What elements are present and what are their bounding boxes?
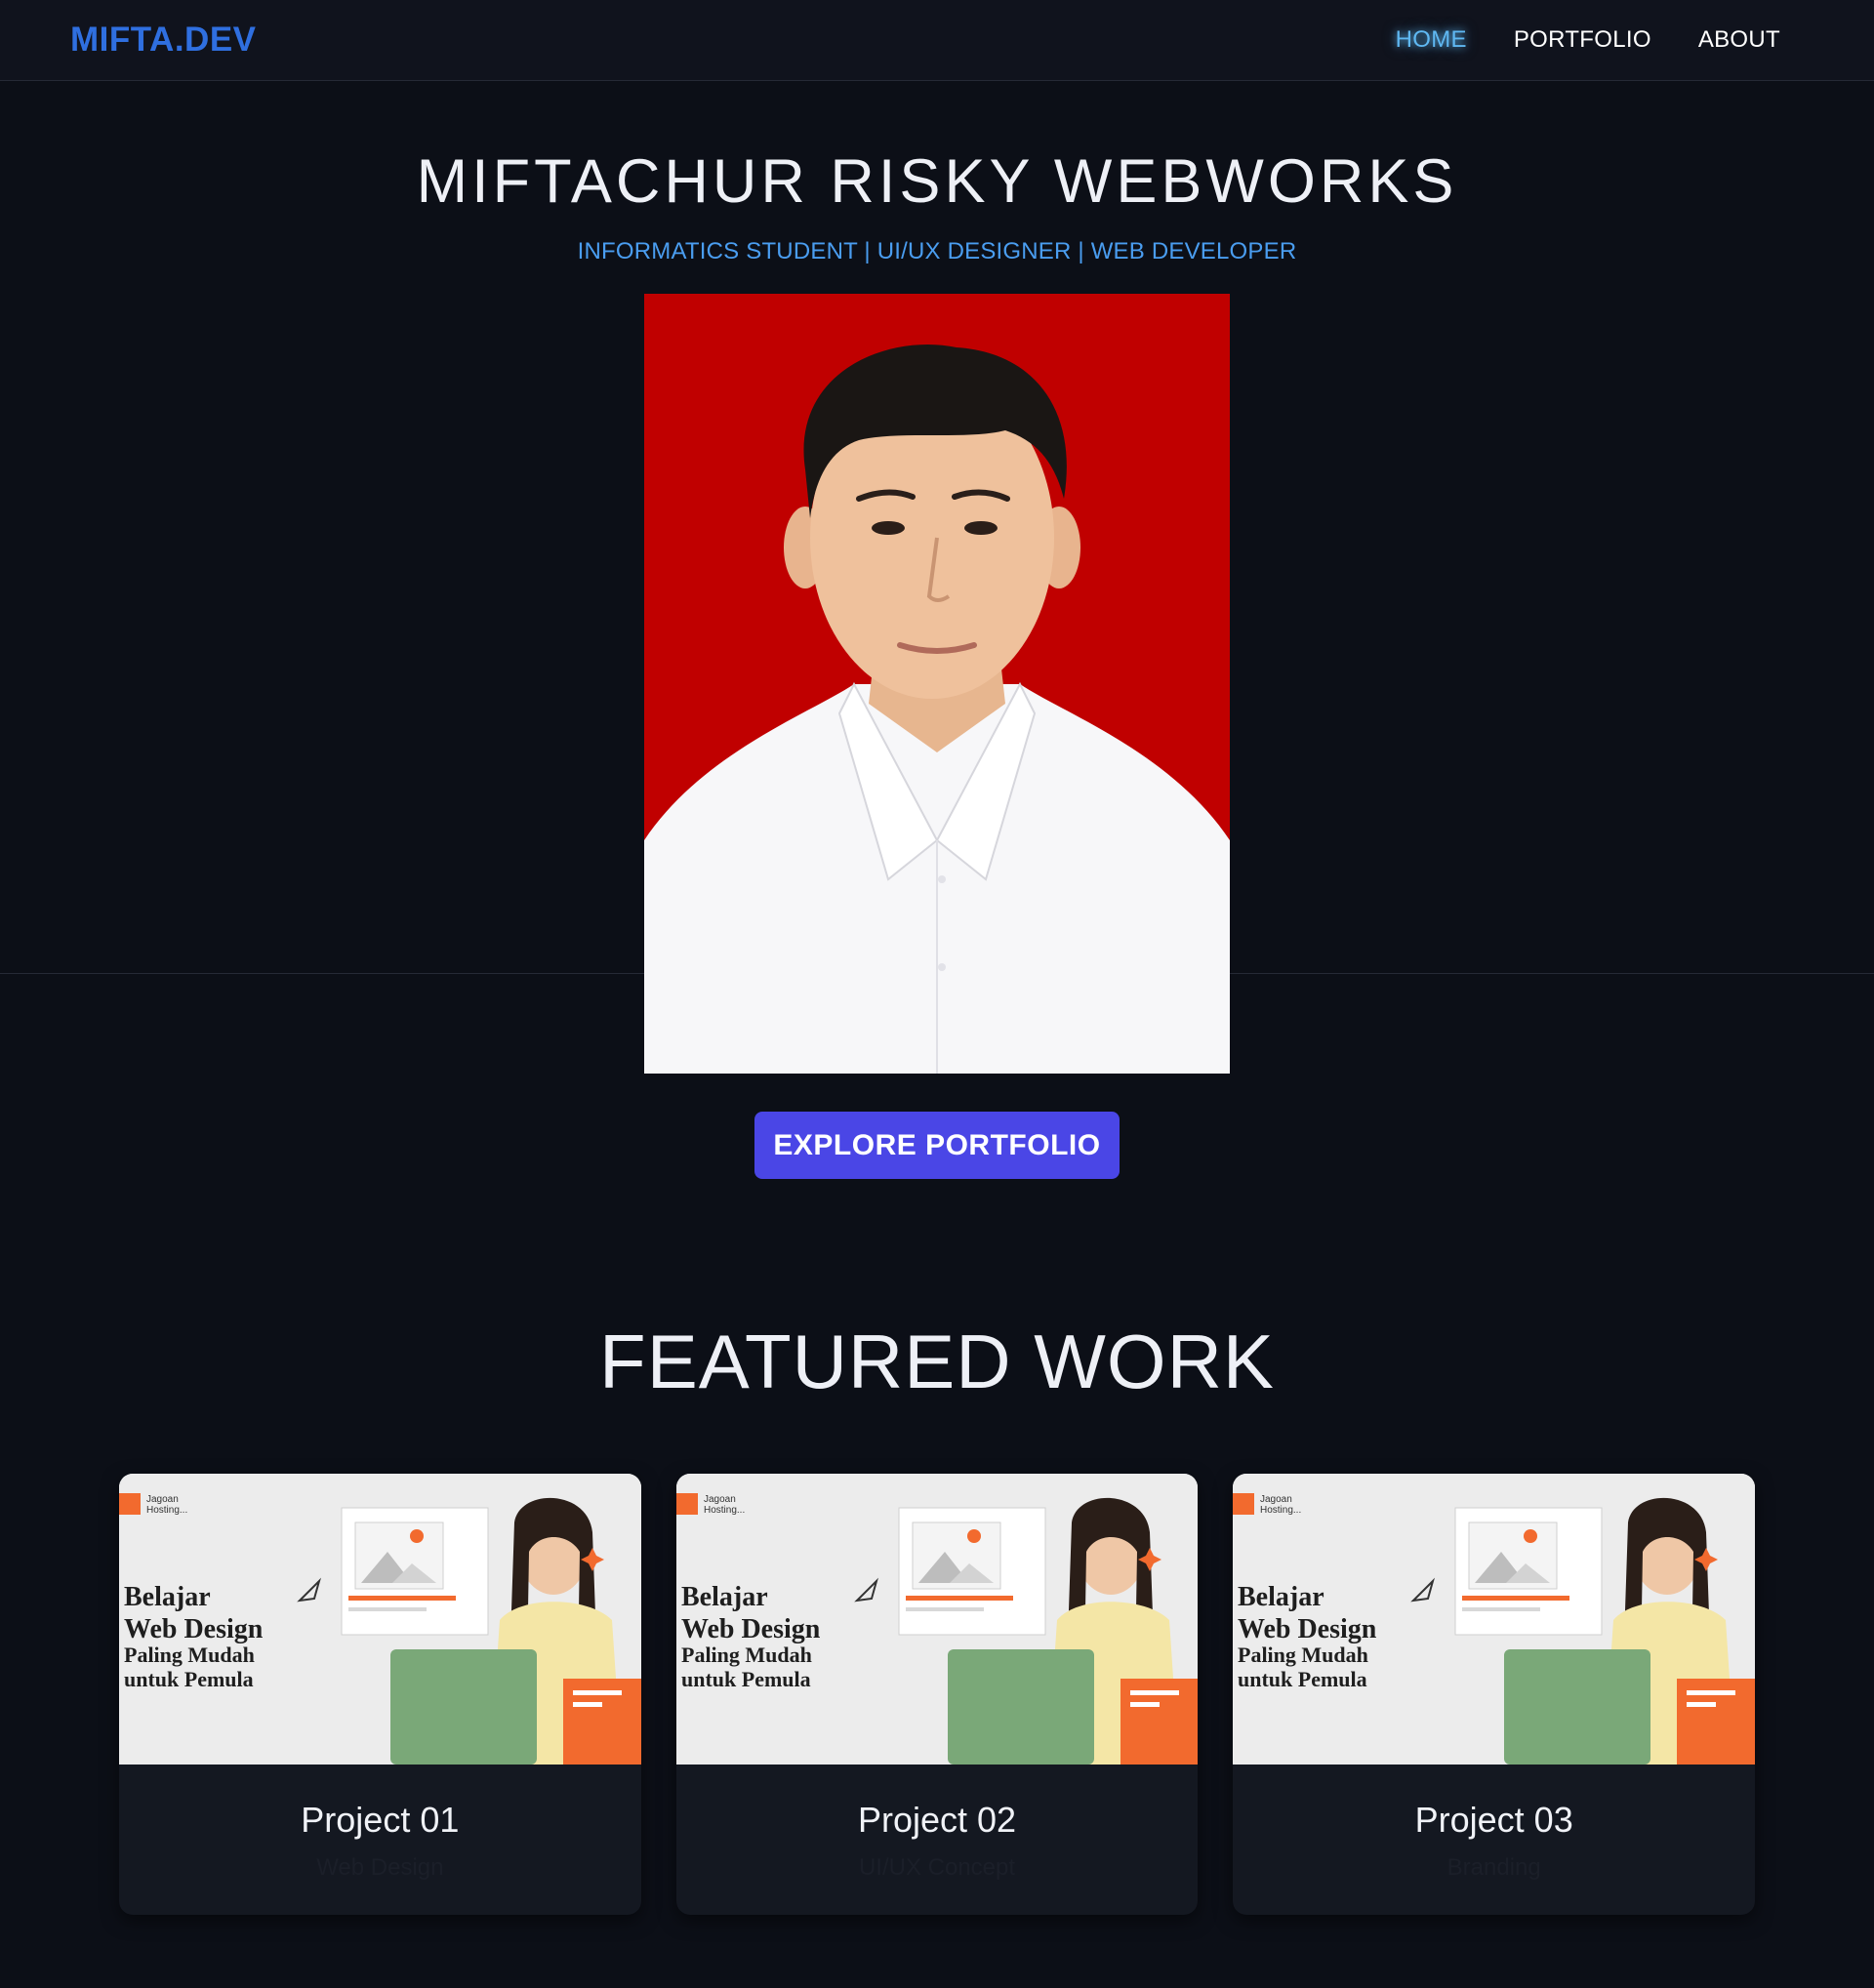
- project-title: Project 01: [301, 1800, 460, 1840]
- thumb-heading-3: Paling Mudah: [1238, 1643, 1368, 1667]
- project-card-body: Project 01 Web Design: [119, 1765, 641, 1915]
- navbar: MIFTA.DEV HOME PORTFOLIO ABOUT: [0, 0, 1874, 81]
- project-card-1[interactable]: Jagoan Hosting... Belajar Web Design Pal…: [119, 1474, 641, 1915]
- project-tag: Branding: [1446, 1854, 1541, 1881]
- thumb-heading-1: Belajar: [124, 1582, 211, 1612]
- thumb-heading-4: untuk Pemula: [124, 1667, 254, 1691]
- thumb-brand-1: Jagoan: [704, 1494, 736, 1505]
- thumb-brand-1: Jagoan: [146, 1494, 179, 1505]
- project-card-3[interactable]: Jagoan Hosting... Belajar Web Design Pal…: [1233, 1474, 1756, 1915]
- thumb-heading-3: Paling Mudah: [124, 1643, 255, 1667]
- main-nav: HOME PORTFOLIO ABOUT: [1396, 26, 1780, 54]
- thumb-heading-4: untuk Pemula: [681, 1667, 811, 1691]
- explore-portfolio-button[interactable]: EXPLORE PORTFOLIO: [754, 1112, 1120, 1179]
- thumb-heading-4: untuk Pemula: [1238, 1667, 1367, 1691]
- project-card-body: Project 03 Branding: [1233, 1765, 1755, 1915]
- nav-home[interactable]: HOME: [1396, 26, 1467, 54]
- project-thumbnail: Jagoan Hosting... Belajar Web Design Pal…: [675, 1474, 1199, 1765]
- thumb-brand-2: Hosting...: [704, 1505, 745, 1516]
- nav-about[interactable]: ABOUT: [1698, 26, 1780, 54]
- thumb-heading-3: Paling Mudah: [681, 1643, 812, 1667]
- featured-title: FEATURED WORK: [599, 1319, 1275, 1404]
- project-thumbnail: Jagoan Hosting... Belajar Web Design Pal…: [1233, 1474, 1756, 1765]
- project-card-2[interactable]: Jagoan Hosting... Belajar Web Design Pal…: [675, 1474, 1199, 1915]
- thumb-brand-2: Hosting...: [1260, 1505, 1301, 1516]
- profile-photo: [644, 294, 1230, 1074]
- thumb-heading-2: Web Design: [1238, 1614, 1377, 1644]
- thumb-heading-1: Belajar: [1238, 1582, 1324, 1612]
- thumb-brand-1: Jagoan: [1260, 1494, 1292, 1505]
- thumb-heading-2: Web Design: [124, 1614, 264, 1644]
- brand-logo[interactable]: MIFTA.DEV: [70, 20, 257, 60]
- thumb-heading-1: Belajar: [681, 1582, 768, 1612]
- hero-subtitle: INFORMATICS STUDENT | UI/UX DESIGNER | W…: [577, 238, 1297, 264]
- hero-title: MIFTACHUR RISKY WEBWORKS: [416, 147, 1458, 216]
- project-title: Project 02: [857, 1800, 1017, 1840]
- project-tag: UI/UX Concept: [858, 1854, 1016, 1881]
- project-grid: Jagoan Hosting... Belajar Web Design Pal…: [119, 1474, 1756, 1915]
- project-thumbnail: Jagoan Hosting... Belajar Web Design Pal…: [119, 1474, 641, 1765]
- project-title: Project 03: [1414, 1800, 1573, 1840]
- project-tag: Web Design: [316, 1854, 444, 1881]
- project-card-body: Project 02 UI/UX Concept: [676, 1765, 1199, 1915]
- thumb-brand-2: Hosting...: [146, 1505, 187, 1516]
- thumb-heading-2: Web Design: [681, 1614, 821, 1644]
- nav-portfolio[interactable]: PORTFOLIO: [1514, 26, 1651, 54]
